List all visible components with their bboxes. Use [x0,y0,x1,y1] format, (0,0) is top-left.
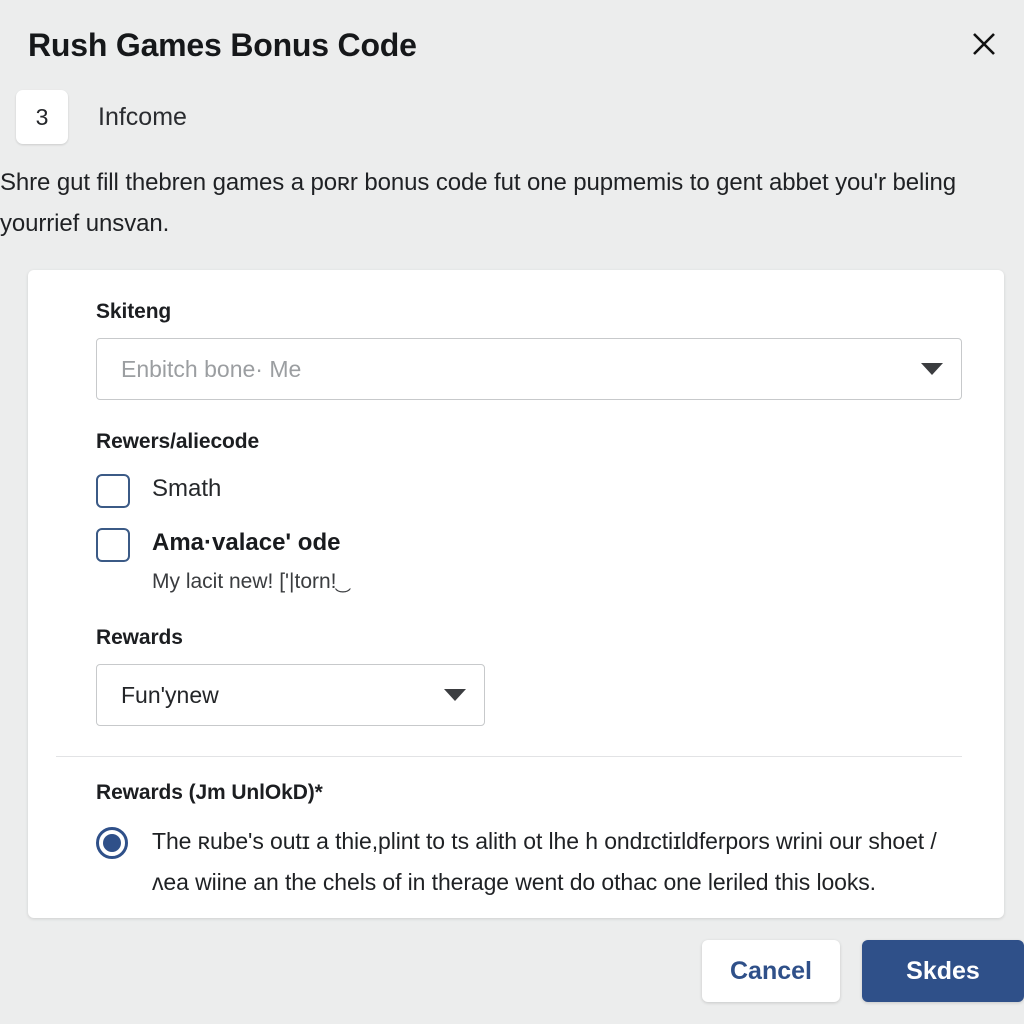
step-label: Infcome [98,102,187,131]
checkbox-group-label: Rewers/aliecode [96,430,260,453]
checkbox-input-1[interactable] [96,474,130,508]
checkbox-row-2[interactable]: Ama·valace' ode My lacit new! ['|torn!͜ [96,526,962,598]
checkbox-input-2[interactable] [96,528,130,562]
chevron-down-icon [921,363,943,375]
form-card: Skiteng Enbitch bone· Me Rewers/aliecode… [28,270,1004,918]
chevron-down-icon [444,689,466,701]
select-field-value: Enbitch bone· Me [121,355,302,382]
submit-button[interactable]: Skdes [862,940,1024,1002]
radio-row-1[interactable]: The ʀubeʹs outɪ a thie,plint to ts alith… [96,821,962,903]
cancel-button[interactable]: Cancel [702,940,840,1002]
rewards-radio-group: Rewards (Jm UnlOkD)* The ʀubeʹs outɪ a t… [28,781,1004,903]
checkbox-group: Rewers/aliecode Smath Ama·valace' ode My… [96,430,962,598]
checkbox-label-2: Ama·valace' ode [152,529,341,556]
rewards-radio-label: Rewards (Jm UnlOkD)* [96,781,323,804]
checkbox-row-1[interactable]: Smath [96,472,962,508]
checkbox-help-text-2: My lacit new! ['|torn!͜ [152,570,337,593]
close-icon [969,29,999,59]
dialog-description: Shre gut fill thebren games a poʀr bonus… [0,169,956,237]
select-field-label: Skiteng [96,300,172,323]
rewards-select-value: Funʹynew [121,681,219,708]
dialog-header: Rush Games Bonus Code [0,0,1024,86]
dialog-footer: Cancel Skdes [0,918,1024,1024]
dialog-title: Rush Games Bonus Code [28,27,417,63]
bonus-code-dialog: Rush Games Bonus Code 3 Infcome Shre gut… [0,0,1024,1024]
section-divider [56,756,962,757]
step-number-badge: 3 [16,90,68,144]
step-indicator: 3 Infcome [0,86,1024,148]
radio-label-1: The ʀubeʹs outɪ a thie,plint to ts alith… [152,828,937,895]
rewards-select-label: Rewards [96,626,183,649]
select-field[interactable]: Enbitch bone· Me [96,338,962,400]
rewards-select[interactable]: Funʹynew [96,664,485,726]
close-button[interactable] [964,24,1004,64]
checkbox-label-1: Smath [152,475,222,502]
radio-input-1[interactable] [96,827,128,859]
